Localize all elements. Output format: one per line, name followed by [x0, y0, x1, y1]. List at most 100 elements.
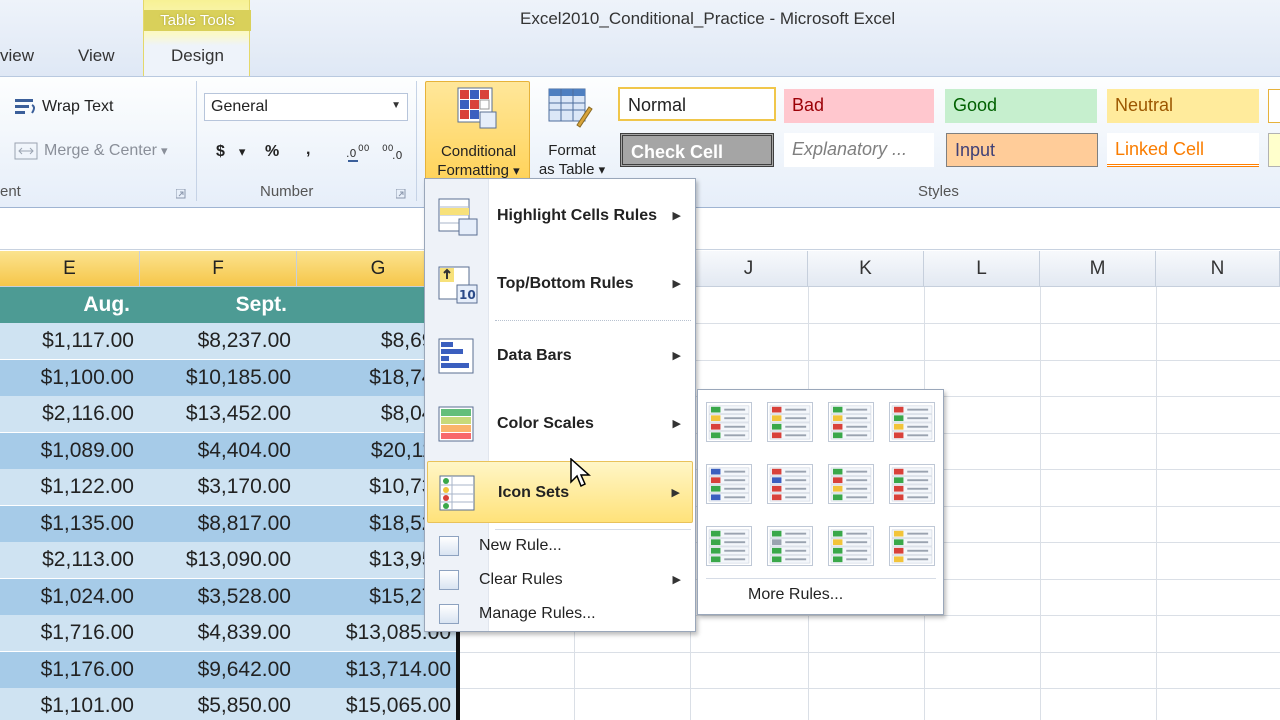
style-partial[interactable] [1268, 89, 1280, 123]
menu-item-icon-sets[interactable]: Icon Sets ▶ [427, 461, 693, 523]
table-cell[interactable]: $3,528.00 [140, 578, 297, 616]
icon-set-option[interactable] [767, 526, 813, 566]
conditional-formatting-button[interactable]: Conditional Formatting ▾ [425, 81, 530, 181]
icon-sets-icon [439, 475, 475, 511]
style-linked-cell[interactable]: Linked Cell [1107, 133, 1259, 167]
wrap-text-button[interactable]: Wrap Text [14, 97, 113, 117]
grid-line [460, 688, 1280, 689]
chevron-right-icon: ▶ [672, 210, 681, 222]
icon-set-option[interactable] [889, 402, 935, 442]
table-header-cell[interactable]: Sept. [140, 287, 297, 323]
tab-view[interactable]: View [78, 46, 115, 66]
menu-item-new-rule[interactable]: New Rule... [427, 530, 693, 562]
table-cell[interactable]: $1,024.00 [0, 578, 140, 616]
table-cell[interactable]: $1,100.00 [0, 359, 140, 397]
style-neutral[interactable]: Neutral [1107, 89, 1259, 123]
table-cell[interactable]: $13,452.00 [140, 396, 297, 433]
merge-center-icon [14, 142, 38, 160]
table-cell[interactable]: $8,817.00 [140, 505, 297, 543]
icon-set-option[interactable] [889, 464, 935, 504]
table-cell[interactable]: $10,185.00 [140, 359, 297, 397]
decrease-decimal-button[interactable]: 00.0 [382, 141, 408, 163]
percent-button[interactable]: % [265, 143, 279, 161]
column-header-e[interactable]: E [0, 251, 140, 287]
alignment-launcher-icon[interactable] [176, 189, 186, 199]
menu-item-manage-rules[interactable]: Manage Rules... [427, 598, 693, 630]
mouse-cursor-icon [570, 458, 591, 488]
column-header-j[interactable]: J [690, 251, 808, 287]
chevron-right-icon: ▶ [672, 350, 681, 362]
table-header-cell[interactable]: Aug. [0, 287, 140, 323]
merge-center-button[interactable]: Merge & Center ▾ [14, 141, 167, 161]
tab-design[interactable]: Design [144, 46, 251, 66]
table-cell[interactable]: $15,065.00 [297, 688, 457, 720]
icon-set-option[interactable] [828, 464, 874, 504]
table-cell[interactable]: $1,176.00 [0, 651, 140, 689]
number-launcher-icon[interactable] [396, 189, 406, 199]
table-cell[interactable]: $5,850.00 [140, 688, 297, 720]
table-cell[interactable]: $2,113.00 [0, 542, 140, 579]
menu-item-top-bottom-rules[interactable]: 10 Top/Bottom Rules ▶ [427, 253, 693, 315]
style-check-cell[interactable]: Check Cell [620, 133, 774, 167]
icon-set-option[interactable] [706, 402, 752, 442]
table-cell[interactable]: $1,101.00 [0, 688, 140, 720]
comma-button[interactable]: , [306, 141, 310, 159]
manage-rules-label: Manage Rules... [479, 605, 596, 622]
table-cell[interactable]: $1,135.00 [0, 505, 140, 543]
column-header-l[interactable]: L [924, 251, 1040, 287]
menu-item-clear-rules[interactable]: Clear Rules ▶ [427, 564, 693, 596]
table-cell[interactable]: $1,117.00 [0, 323, 140, 360]
currency-button[interactable]: $ ▾ [216, 143, 245, 161]
table-cell[interactable]: $8,237.00 [140, 323, 297, 360]
table-cell[interactable]: $1,122.00 [0, 469, 140, 506]
icon-set-option[interactable] [767, 402, 813, 442]
group-separator [416, 81, 417, 201]
style-good[interactable]: Good [945, 89, 1097, 123]
style-bad[interactable]: Bad [784, 89, 934, 123]
menu-item-color-scales[interactable]: Color Scales ▶ [427, 393, 693, 455]
more-rules-link[interactable]: More Rules... [748, 586, 843, 604]
clear-rules-label: Clear Rules [479, 571, 563, 588]
svg-text:00: 00 [358, 144, 370, 154]
table-cell[interactable]: $9,642.00 [140, 651, 297, 689]
icon-sets-label: Icon Sets [498, 484, 570, 501]
number-group-label: Number [260, 183, 314, 200]
number-format-select[interactable]: General ▼ [204, 93, 408, 121]
style-normal[interactable]: Normal [618, 87, 776, 121]
icon-set-option[interactable] [828, 526, 874, 566]
column-header-f[interactable]: F [140, 251, 297, 287]
table-cell[interactable]: $4,839.00 [140, 615, 297, 652]
icon-set-option[interactable] [889, 526, 935, 566]
table-cell[interactable]: $3,170.00 [140, 469, 297, 506]
color-scales-icon [438, 406, 474, 442]
table-cell[interactable]: $1,089.00 [0, 432, 140, 470]
svg-text:.0: .0 [392, 149, 403, 162]
column-header-k[interactable]: K [808, 251, 924, 287]
chevron-right-icon: ▶ [672, 574, 681, 586]
icon-set-option[interactable] [706, 464, 752, 504]
increase-decimal-icon: .0 00 [346, 144, 370, 162]
table-cell[interactable]: $13,714.00 [297, 651, 457, 689]
menu-item-data-bars[interactable]: Data Bars ▶ [427, 325, 693, 387]
style-input[interactable]: Input [946, 133, 1098, 167]
chevron-down-icon: ▾ [513, 163, 520, 178]
increase-decimal-button[interactable]: .0 00 [346, 141, 372, 163]
currency-dropdown-icon: ▾ [238, 144, 246, 159]
column-header-n[interactable]: N [1156, 251, 1280, 287]
table-cell[interactable]: $2,116.00 [0, 396, 140, 433]
table-cell[interactable]: $1,716.00 [0, 615, 140, 652]
wrap-text-label: Wrap Text [42, 98, 114, 115]
icon-set-option[interactable] [767, 464, 813, 504]
column-header-m[interactable]: M [1040, 251, 1156, 287]
menu-item-highlight-cells-rules[interactable]: Highlight Cells Rules ▶ [427, 185, 693, 247]
table-cell[interactable]: $4,404.00 [140, 432, 297, 470]
style-partial-2[interactable] [1268, 133, 1280, 167]
style-explanatory[interactable]: Explanatory ... [784, 133, 934, 167]
table-cell[interactable]: $13,090.00 [140, 542, 297, 579]
icon-set-option[interactable] [828, 402, 874, 442]
icon-set-option[interactable] [706, 526, 752, 566]
chevron-down-icon: ▼ [391, 100, 401, 111]
highlight-cells-rules-label: Highlight Cells Rules [497, 207, 658, 224]
tab-review[interactable]: view [0, 46, 34, 66]
format-as-table-button[interactable]: Format as Table ▾ [533, 81, 611, 181]
